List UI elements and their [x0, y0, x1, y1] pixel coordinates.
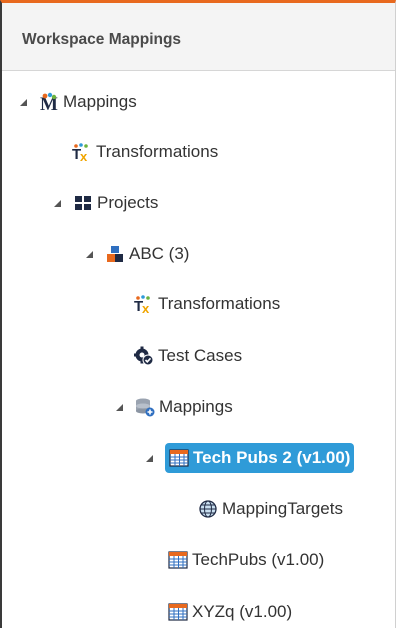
tree-node-mapping-targets[interactable]: MappingTargets — [198, 494, 343, 524]
tree-node-label: TechPubs (v1.00) — [192, 550, 325, 569]
mapping-table-icon — [168, 550, 188, 570]
svg-text:x: x — [80, 149, 88, 162]
tree-node-tech-pubs-2[interactable]: Tech Pubs 2 (v1.00) — [146, 443, 355, 473]
project-icon — [105, 244, 125, 264]
tree-node-xyzq[interactable]: XYZq (v1.00) — [168, 597, 292, 627]
expand-arrow-icon[interactable] — [146, 454, 153, 462]
expand-arrow-icon[interactable] — [86, 250, 93, 258]
mappings-db-icon — [135, 397, 155, 417]
transformation-icon: T x — [134, 294, 154, 314]
tree-node-label: Transformations — [96, 142, 219, 161]
tree-node-abc[interactable]: ABC (3) — [86, 239, 189, 269]
tree-node-test-cases[interactable]: Test Cases — [134, 341, 242, 371]
tree-node-mappings-folder[interactable]: Mappings — [116, 392, 233, 422]
tree-node-transformations[interactable]: T x Transformations — [72, 137, 218, 167]
tree-node-projects[interactable]: Projects — [54, 188, 158, 218]
tree-node-label: MappingTargets — [222, 499, 343, 518]
tree-node-label: XYZq (v1.00) — [192, 602, 293, 621]
globe-icon — [198, 499, 218, 519]
expand-arrow-icon[interactable] — [54, 199, 61, 207]
tree-node-mappings-root[interactable]: M Mappings — [20, 87, 137, 117]
svg-text:x: x — [142, 301, 150, 314]
tree-node-label: Tech Pubs 2 (v1.00) — [193, 448, 351, 467]
expand-arrow-icon[interactable] — [20, 98, 27, 106]
tree-node-techpubs[interactable]: TechPubs (v1.00) — [168, 545, 324, 575]
tree-node-label: Transformations — [158, 294, 281, 313]
tree-node-label: Mappings — [159, 397, 233, 416]
tree-node-label: Mappings — [63, 92, 137, 111]
test-cases-icon — [134, 346, 154, 366]
transformation-icon: T x — [72, 142, 92, 162]
mapping-manager-icon: M — [39, 92, 59, 112]
tree-node-label: Test Cases — [158, 346, 243, 365]
mapping-table-icon — [168, 602, 188, 622]
mapping-table-icon — [169, 448, 189, 468]
projects-grid-icon — [73, 193, 93, 213]
workspace-mappings-panel: Workspace Mappings M Mappings T x Transf… — [0, 0, 396, 628]
expand-arrow-icon[interactable] — [116, 403, 123, 411]
panel-title: Workspace Mappings — [2, 3, 395, 71]
tree-node-label: Projects — [97, 193, 159, 212]
tree-node-transformations-abc[interactable]: T x Transformations — [134, 289, 280, 319]
tree-node-label: ABC (3) — [129, 244, 190, 263]
selected-node-highlight[interactable]: Tech Pubs 2 (v1.00) — [165, 443, 355, 473]
